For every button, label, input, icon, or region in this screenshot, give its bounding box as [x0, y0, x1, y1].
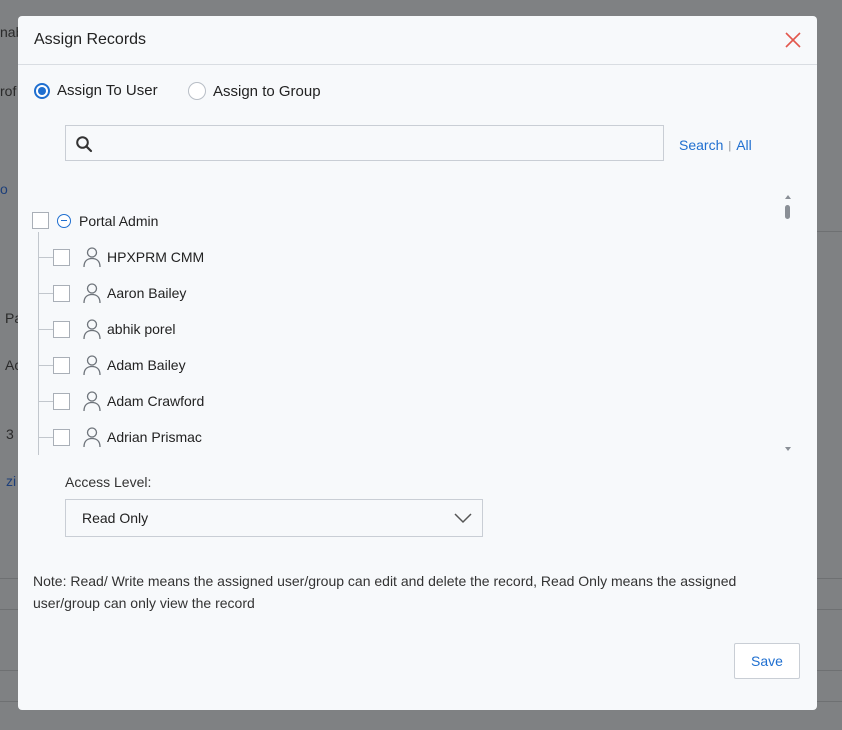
portal-admin-checkbox[interactable] [32, 212, 49, 229]
access-note: Note: Read/ Write means the assigned use… [33, 573, 737, 611]
tree-branch-line [38, 328, 53, 330]
modal-title: Assign Records [34, 31, 147, 48]
close-icon [785, 32, 801, 48]
user-icon [83, 391, 101, 412]
user-tree: Portal Admin HPXPRM CMM Aaron Bailey abhik… [32, 192, 792, 455]
tree-branch-line [38, 292, 53, 294]
user-icon [83, 247, 101, 268]
scroll-thumb[interactable] [785, 205, 790, 219]
tree-branch-line [38, 400, 53, 402]
tree-branch-line [38, 364, 53, 366]
tree-branch-line [38, 436, 53, 438]
background-divider [817, 231, 842, 232]
search-input[interactable] [100, 132, 654, 156]
user-icon [83, 319, 101, 340]
radio-dot [188, 82, 206, 100]
collapse-icon[interactable] [57, 213, 71, 228]
user-icon [83, 355, 101, 376]
user-row: Adam Bailey [38, 355, 186, 376]
access-level-value: Read Only [82, 510, 149, 526]
tree-scrollbar[interactable] [782, 195, 794, 455]
search-links: Search | All [679, 137, 752, 153]
tree-branch-line [38, 256, 53, 258]
tree-root-label: Portal Admin [79, 212, 159, 229]
chevron-down-icon [454, 513, 472, 524]
user-checkbox[interactable] [53, 392, 70, 410]
user-row: Adrian Prismac [38, 427, 202, 448]
search-link[interactable]: Search [679, 137, 723, 153]
user-row: Aaron Bailey [38, 283, 187, 304]
scroll-down-arrow-icon[interactable] [785, 447, 791, 451]
user-name: Aaron Bailey [107, 285, 187, 301]
user-name: Adam Crawford [107, 393, 205, 409]
user-name: abhik porel [107, 321, 176, 337]
close-button[interactable] [783, 30, 803, 50]
user-row: Adam Crawford [38, 391, 205, 412]
search-icon [76, 136, 93, 153]
user-checkbox[interactable] [53, 284, 70, 302]
user-row: abhik porel [38, 319, 176, 340]
user-checkbox[interactable] [53, 428, 70, 446]
modal-header: Assign Records [18, 16, 817, 65]
background-link: o [0, 181, 8, 197]
assign-records-modal: Assign Records Assign To User Assign to … [18, 16, 817, 710]
assign-to-user-label: Assign To User [57, 82, 158, 99]
save-button[interactable]: Save [734, 643, 800, 679]
assign-to-group-label: Assign to Group [213, 82, 321, 100]
assign-to-user-radio[interactable]: Assign To User [34, 82, 158, 99]
all-link[interactable]: All [736, 137, 752, 153]
user-checkbox[interactable] [53, 356, 70, 374]
access-level-label: Access Level: [65, 474, 152, 490]
user-icon [83, 427, 101, 448]
scroll-up-arrow-icon[interactable] [785, 195, 791, 199]
access-level-select[interactable]: Read Only [65, 499, 483, 537]
user-name: Adam Bailey [107, 357, 186, 373]
background-text: 3 [6, 426, 14, 442]
background-link: zi [6, 473, 17, 489]
tree-root-portal-admin: Portal Admin [32, 212, 158, 229]
user-name: HPXPRM CMM [107, 249, 205, 265]
radio-dot [34, 82, 50, 99]
user-name: Adrian Prismac [107, 429, 202, 445]
link-separator: | [728, 140, 732, 152]
user-row: HPXPRM CMM [38, 247, 205, 268]
assign-to-group-radio[interactable]: Assign to Group [188, 82, 321, 100]
user-icon [83, 283, 101, 304]
background-text: rof [0, 83, 17, 99]
search-field [65, 125, 664, 161]
user-checkbox[interactable] [53, 248, 70, 266]
user-checkbox[interactable] [53, 320, 70, 338]
